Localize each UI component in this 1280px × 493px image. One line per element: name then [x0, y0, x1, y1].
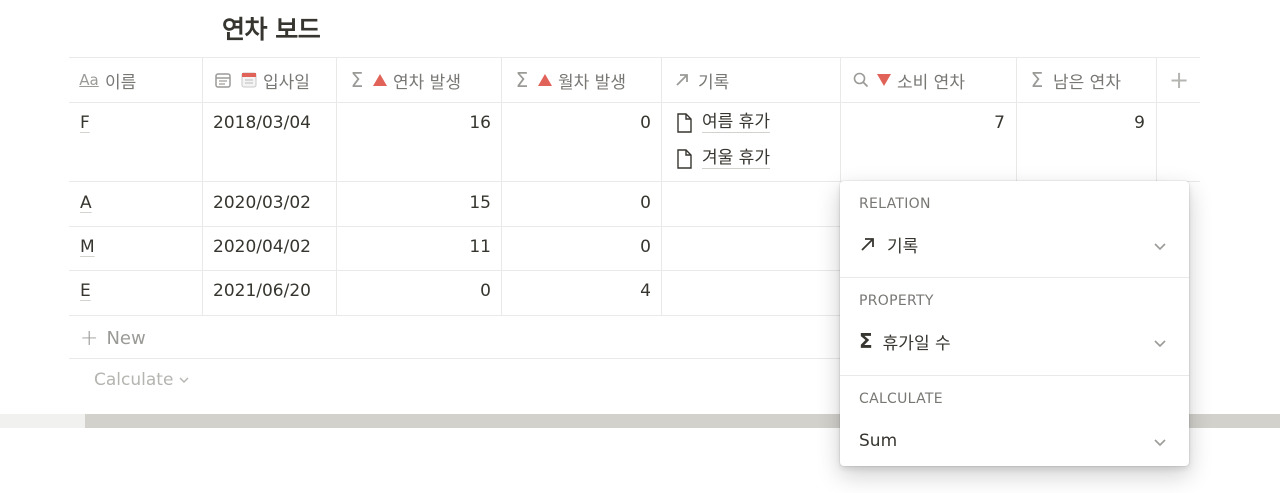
red-triangle-up-icon: [373, 74, 387, 86]
relation-arrow-icon: [672, 71, 692, 89]
red-triangle-down-icon: [877, 74, 891, 86]
chevron-down-icon[interactable]: [1153, 433, 1167, 452]
cell-annual[interactable]: 0: [347, 281, 491, 301]
column-header-name[interactable]: Aa 이름: [79, 57, 136, 103]
column-header-records[interactable]: 기록: [672, 57, 729, 103]
property-section-label: PROPERTY: [859, 293, 934, 309]
record-link[interactable]: 여름 휴가: [676, 112, 770, 133]
new-row-button[interactable]: + New: [80, 326, 146, 351]
relation-arrow-icon: [859, 235, 877, 253]
chevron-down-icon[interactable]: [1153, 237, 1167, 256]
column-header-join-date[interactable]: 입사일: [213, 57, 310, 103]
cell-remaining[interactable]: 9: [1027, 113, 1145, 133]
column-header-annual-leave[interactable]: Σ 연차 발생: [347, 57, 461, 103]
column-header-label: 이름: [105, 72, 137, 93]
page-title: 연차 보드: [222, 15, 321, 44]
calculate-select-value: Sum: [859, 431, 898, 451]
relation-section-label: RELATION: [859, 196, 931, 212]
cell-date[interactable]: 2021/06/20: [213, 281, 311, 301]
calculate-button[interactable]: Calculate: [94, 370, 189, 390]
cell-date[interactable]: 2018/03/04: [213, 113, 311, 133]
record-link-label: 겨울 휴가: [702, 148, 770, 169]
chevron-down-icon: [179, 376, 189, 384]
plus-icon: +: [1169, 66, 1190, 94]
cell-monthly[interactable]: 0: [512, 237, 651, 257]
cell-annual[interactable]: 15: [347, 193, 491, 213]
cell-name[interactable]: E: [80, 281, 91, 301]
column-header-label: 입사일: [263, 72, 310, 93]
cell-date[interactable]: 2020/03/02: [213, 193, 311, 213]
record-link-label: 여름 휴가: [702, 112, 770, 133]
new-row-label: New: [106, 328, 146, 349]
cell-date[interactable]: 2020/04/02: [213, 237, 311, 257]
plus-icon: +: [80, 326, 99, 351]
cell-name[interactable]: M: [80, 237, 95, 257]
calculate-label: Calculate: [94, 370, 174, 390]
sigma-icon: Σ: [350, 68, 364, 92]
cell-monthly[interactable]: 0: [512, 113, 651, 133]
relation-select[interactable]: 기록: [859, 232, 1169, 257]
date-icon: [213, 71, 233, 89]
add-column-button[interactable]: +: [1169, 57, 1189, 103]
page-icon: [677, 112, 692, 133]
calculate-select[interactable]: Sum: [859, 429, 1169, 453]
calendar-emoji-icon: [239, 71, 259, 89]
column-header-remaining-leave[interactable]: Σ 남은 연차: [1027, 57, 1121, 103]
property-select[interactable]: Σ 휴가일 수: [859, 329, 1169, 354]
column-header-label: 기록: [698, 72, 730, 93]
cell-name[interactable]: F: [80, 113, 90, 133]
cell-monthly[interactable]: 4: [512, 281, 651, 301]
cell-name[interactable]: A: [80, 193, 92, 213]
column-header-monthly-leave[interactable]: Σ 월차 발생: [512, 57, 626, 103]
page-icon: [677, 148, 692, 169]
text-type-icon: Aa: [79, 71, 99, 89]
search-icon: [851, 71, 871, 89]
red-triangle-up-icon: [538, 74, 552, 86]
chevron-down-icon[interactable]: [1153, 334, 1167, 353]
property-select-value: 휴가일 수: [882, 333, 951, 354]
relation-select-value: 기록: [887, 236, 919, 257]
column-header-label: 소비 연차: [897, 72, 965, 93]
column-header-label: 월차 발생: [558, 72, 626, 93]
cell-annual[interactable]: 11: [347, 237, 491, 257]
column-header-label: 연차 발생: [393, 72, 461, 93]
cell-annual[interactable]: 16: [347, 113, 491, 133]
column-header-used-leave[interactable]: 소비 연차: [851, 57, 965, 103]
cell-monthly[interactable]: 0: [512, 193, 651, 213]
calculate-section-label: CALCULATE: [859, 391, 943, 407]
rollup-config-popover: RELATION 기록 PROPERTY Σ 휴가일 수 CALCULATE S…: [840, 181, 1189, 466]
sigma-icon: Σ: [515, 68, 529, 92]
sigma-icon: Σ: [859, 329, 873, 353]
column-header-label: 남은 연차: [1053, 72, 1121, 93]
cell-used[interactable]: 7: [851, 113, 1005, 133]
sigma-icon: Σ: [1030, 68, 1044, 92]
record-link[interactable]: 겨울 휴가: [676, 148, 770, 169]
